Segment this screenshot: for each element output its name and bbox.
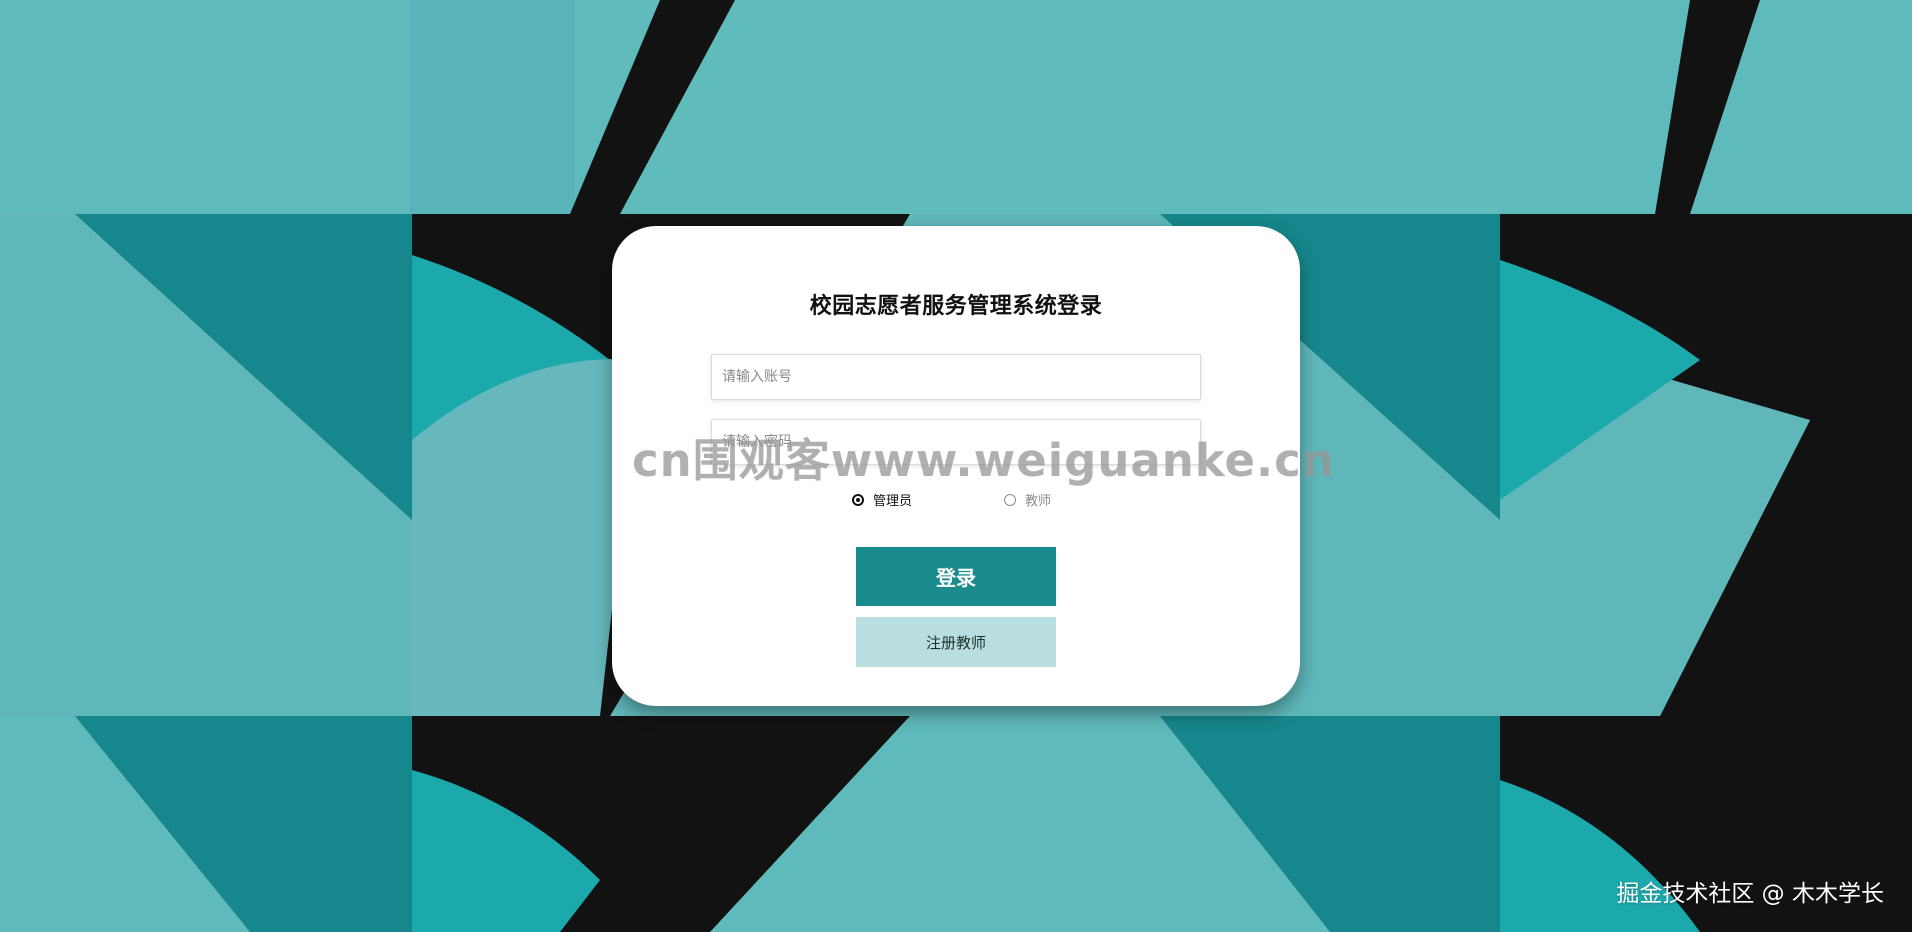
role-teacher-label: 教师 xyxy=(1025,494,1052,509)
login-button[interactable]: 登录 xyxy=(856,547,1056,606)
credit-text: 掘金技术社区 @ 木木学长 xyxy=(1616,881,1884,907)
role-admin-option[interactable]: 管理员 xyxy=(852,490,912,509)
register-teacher-button[interactable]: 注册教师 xyxy=(856,617,1056,667)
password-input[interactable] xyxy=(711,419,1201,465)
radio-unchecked-icon[interactable] xyxy=(1004,493,1016,506)
account-input[interactable] xyxy=(711,354,1201,400)
page-title: 校园志愿者服务管理系统登录 xyxy=(809,294,1103,319)
role-admin-label: 管理员 xyxy=(873,494,913,509)
login-card: 校园志愿者服务管理系统登录 管理员 教师 登录 注册教师 xyxy=(612,226,1300,706)
role-selector: 管理员 教师 xyxy=(612,490,1300,510)
role-teacher-option[interactable]: 教师 xyxy=(1004,490,1051,509)
radio-checked-icon[interactable] xyxy=(852,493,864,506)
